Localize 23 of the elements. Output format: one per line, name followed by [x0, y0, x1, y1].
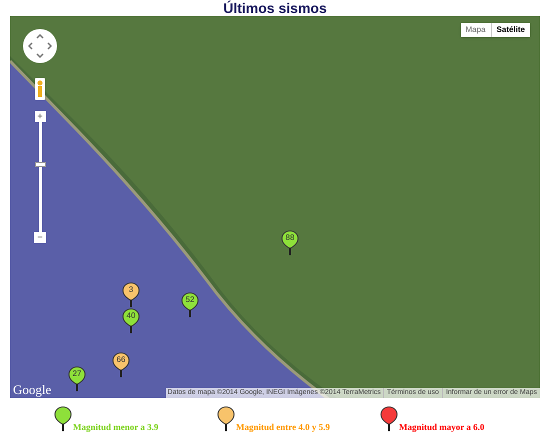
marker-label: 52 [184, 295, 196, 305]
page-title: Últimos sismos [222, 0, 328, 16]
marker-label: 40 [126, 311, 136, 321]
legend-label: Magnitud menor a 3.9 [73, 422, 158, 432]
zoom-slider-thumb[interactable] [34, 162, 46, 167]
zoom-in-button[interactable]: + [34, 111, 46, 122]
legend-label: Magnitud entre 4.0 y 5.9 [236, 422, 330, 432]
map-marker-pin[interactable] [281, 230, 299, 256]
legend-label: Magnitud mayor a 6.0 [399, 422, 484, 432]
marker-label: 3 [128, 285, 134, 295]
arrows-icon [28, 34, 52, 58]
marker-label: 27 [72, 369, 82, 379]
map-marker-pin[interactable] [181, 292, 199, 318]
zoom-out-button[interactable]: − [34, 232, 46, 243]
map-marker-pin[interactable] [122, 308, 140, 334]
marker-label: 66 [116, 355, 126, 365]
map-logo[interactable]: Google [13, 382, 52, 397]
map-type-tab[interactable]: Satélite [492, 23, 530, 37]
map-type-tab[interactable]: Mapa [460, 23, 492, 37]
map-marker-pin[interactable] [112, 352, 130, 378]
map-marker-pin[interactable] [122, 282, 140, 308]
marker-label: 88 [284, 233, 296, 243]
map-marker-pin[interactable] [68, 366, 86, 392]
